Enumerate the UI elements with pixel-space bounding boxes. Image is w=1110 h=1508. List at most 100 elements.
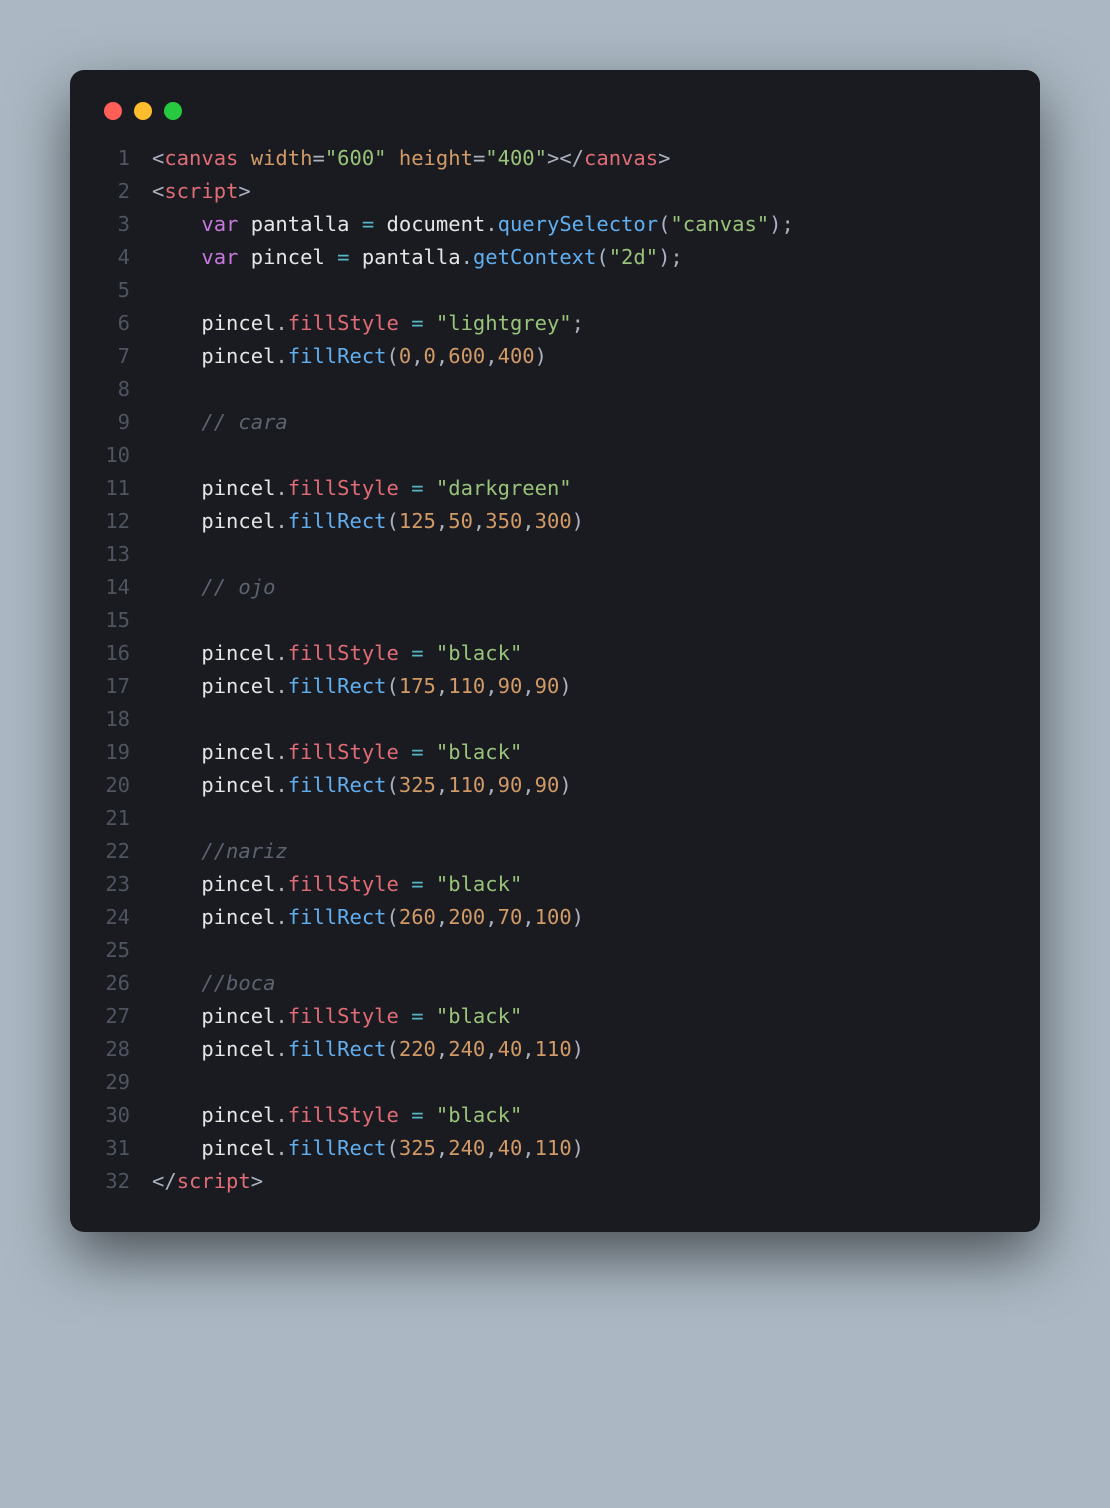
code-line: 28 pincel.fillRect(220,240,40,110) — [100, 1033, 1010, 1066]
line-content — [152, 538, 164, 571]
line-number: 7 — [100, 340, 152, 373]
line-content — [152, 274, 164, 307]
line-number: 19 — [100, 736, 152, 769]
line-content: pincel.fillStyle = "darkgreen" — [152, 472, 572, 505]
line-number: 15 — [100, 604, 152, 637]
line-content — [152, 604, 164, 637]
line-number: 12 — [100, 505, 152, 538]
code-line: 14 // ojo — [100, 571, 1010, 604]
code-line: 6 pincel.fillStyle = "lightgrey"; — [100, 307, 1010, 340]
code-line: 26 //boca — [100, 967, 1010, 1000]
line-content — [152, 934, 164, 967]
code-line: 11 pincel.fillStyle = "darkgreen" — [100, 472, 1010, 505]
line-content: pincel.fillRect(125,50,350,300) — [152, 505, 584, 538]
code-line: 23 pincel.fillStyle = "black" — [100, 868, 1010, 901]
line-content: // cara — [152, 406, 288, 439]
code-line: 3 var pantalla = document.querySelector(… — [100, 208, 1010, 241]
line-number: 13 — [100, 538, 152, 571]
line-content: <script> — [152, 175, 251, 208]
line-number: 16 — [100, 637, 152, 670]
line-number: 5 — [100, 274, 152, 307]
line-number: 21 — [100, 802, 152, 835]
window-close-icon[interactable] — [104, 102, 122, 120]
line-number: 28 — [100, 1033, 152, 1066]
line-content: pincel.fillRect(325,110,90,90) — [152, 769, 572, 802]
line-content: var pincel = pantalla.getContext("2d"); — [152, 241, 683, 274]
line-number: 6 — [100, 307, 152, 340]
line-number: 4 — [100, 241, 152, 274]
line-content: //boca — [152, 967, 275, 1000]
line-content — [152, 373, 164, 406]
line-number: 8 — [100, 373, 152, 406]
code-line: 1<canvas width="600" height="400"></canv… — [100, 142, 1010, 175]
code-line: 10 — [100, 439, 1010, 472]
line-content: pincel.fillStyle = "black" — [152, 637, 522, 670]
line-number: 9 — [100, 406, 152, 439]
code-window: 1<canvas width="600" height="400"></canv… — [70, 70, 1040, 1232]
line-number: 3 — [100, 208, 152, 241]
line-number: 10 — [100, 439, 152, 472]
code-line: 5 — [100, 274, 1010, 307]
line-content — [152, 703, 164, 736]
code-line: 20 pincel.fillRect(325,110,90,90) — [100, 769, 1010, 802]
code-line: 12 pincel.fillRect(125,50,350,300) — [100, 505, 1010, 538]
line-number: 14 — [100, 571, 152, 604]
code-line: 19 pincel.fillStyle = "black" — [100, 736, 1010, 769]
window-zoom-icon[interactable] — [164, 102, 182, 120]
line-number: 18 — [100, 703, 152, 736]
line-content — [152, 1066, 164, 1099]
line-content: pincel.fillStyle = "black" — [152, 868, 522, 901]
line-number: 29 — [100, 1066, 152, 1099]
line-number: 30 — [100, 1099, 152, 1132]
code-line: 32</script> — [100, 1165, 1010, 1198]
line-content: // ojo — [152, 571, 275, 604]
line-content: pincel.fillStyle = "black" — [152, 1000, 522, 1033]
code-line: 29 — [100, 1066, 1010, 1099]
line-content: pincel.fillRect(0,0,600,400) — [152, 340, 547, 373]
line-number: 2 — [100, 175, 152, 208]
code-line: 27 pincel.fillStyle = "black" — [100, 1000, 1010, 1033]
line-content: <canvas width="600" height="400"></canva… — [152, 142, 670, 175]
code-line: 13 — [100, 538, 1010, 571]
line-content — [152, 802, 164, 835]
code-line: 9 // cara — [100, 406, 1010, 439]
line-content — [152, 439, 164, 472]
code-line: 31 pincel.fillRect(325,240,40,110) — [100, 1132, 1010, 1165]
code-line: 18 — [100, 703, 1010, 736]
line-number: 23 — [100, 868, 152, 901]
code-line: 16 pincel.fillStyle = "black" — [100, 637, 1010, 670]
line-content: pincel.fillStyle = "black" — [152, 1099, 522, 1132]
code-line: 7 pincel.fillRect(0,0,600,400) — [100, 340, 1010, 373]
line-content: pincel.fillRect(260,200,70,100) — [152, 901, 584, 934]
code-line: 8 — [100, 373, 1010, 406]
line-number: 25 — [100, 934, 152, 967]
line-number: 22 — [100, 835, 152, 868]
window-minimize-icon[interactable] — [134, 102, 152, 120]
line-number: 24 — [100, 901, 152, 934]
code-line: 30 pincel.fillStyle = "black" — [100, 1099, 1010, 1132]
code-line: 21 — [100, 802, 1010, 835]
line-content: var pantalla = document.querySelector("c… — [152, 208, 794, 241]
code-line: 2<script> — [100, 175, 1010, 208]
code-line: 4 var pincel = pantalla.getContext("2d")… — [100, 241, 1010, 274]
line-number: 17 — [100, 670, 152, 703]
line-number: 20 — [100, 769, 152, 802]
line-content: pincel.fillRect(175,110,90,90) — [152, 670, 572, 703]
line-content: pincel.fillStyle = "black" — [152, 736, 522, 769]
code-line: 25 — [100, 934, 1010, 967]
code-block[interactable]: 1<canvas width="600" height="400"></canv… — [100, 142, 1010, 1198]
window-controls — [100, 94, 1010, 142]
line-number: 27 — [100, 1000, 152, 1033]
line-content: pincel.fillRect(220,240,40,110) — [152, 1033, 584, 1066]
line-content: pincel.fillRect(325,240,40,110) — [152, 1132, 584, 1165]
line-content: pincel.fillStyle = "lightgrey"; — [152, 307, 584, 340]
code-line: 15 — [100, 604, 1010, 637]
line-number: 32 — [100, 1165, 152, 1198]
line-number: 11 — [100, 472, 152, 505]
line-number: 31 — [100, 1132, 152, 1165]
line-number: 26 — [100, 967, 152, 1000]
code-line: 17 pincel.fillRect(175,110,90,90) — [100, 670, 1010, 703]
line-number: 1 — [100, 142, 152, 175]
code-line: 22 //nariz — [100, 835, 1010, 868]
code-line: 24 pincel.fillRect(260,200,70,100) — [100, 901, 1010, 934]
